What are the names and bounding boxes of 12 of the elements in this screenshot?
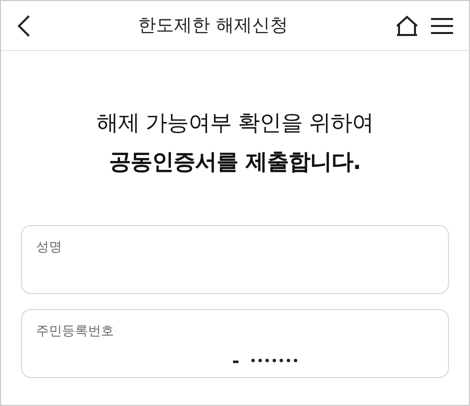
back-icon[interactable]	[17, 14, 31, 38]
field-label: 성명	[36, 239, 63, 257]
field-label: 주민등록번호	[36, 323, 115, 341]
page-title: 한도제한 해제신청	[137, 14, 289, 38]
masked-digits: •••••••	[249, 353, 300, 370]
input-field[interactable]: 주민등록번호 - •••••••	[21, 309, 449, 378]
home-icon[interactable]	[395, 14, 419, 36]
separator-text: -	[232, 350, 240, 374]
heading-text: 해제 가능여부 확인을 위하여	[96, 110, 374, 138]
menu-icon[interactable]	[431, 16, 453, 34]
heading-text: 공동인증서를 제출합니다.	[109, 149, 361, 177]
input-field[interactable]: 성명	[21, 225, 449, 294]
